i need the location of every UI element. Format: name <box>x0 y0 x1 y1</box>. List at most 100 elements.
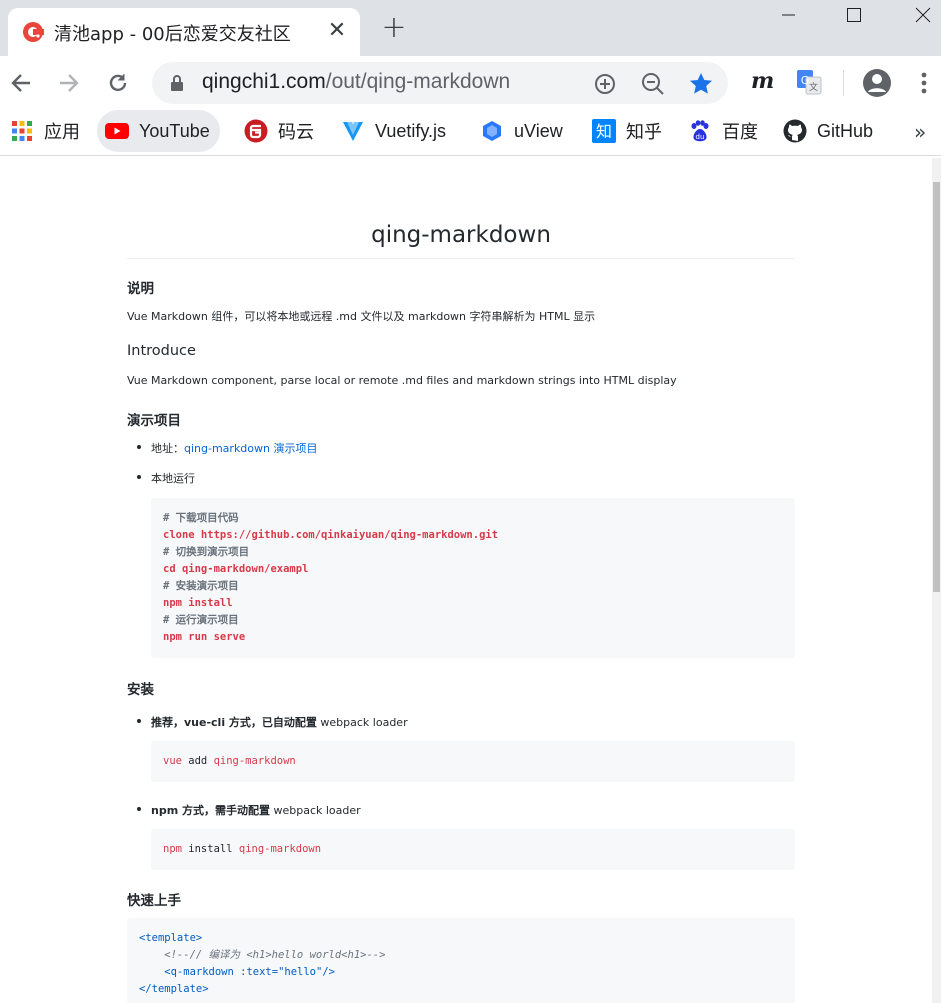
list-item: 推荐，vue-cli 方式，已自动配置 webpack loader <box>137 714 408 730</box>
back-icon[interactable] <box>6 68 36 98</box>
zoom-in-icon[interactable] <box>592 71 618 97</box>
bookmarks-more-button[interactable]: » <box>914 120 926 144</box>
tab-strip: 清池app - 00后恋爱交友社区 ✕ + <box>0 0 941 56</box>
qingchi-favicon-icon <box>23 22 44 42</box>
zhihu-icon: 知 <box>592 119 616 143</box>
code-line: <q-markdown :text="hello"/> <box>139 966 335 978</box>
reload-icon[interactable] <box>103 68 133 98</box>
heading-description: 说明 <box>127 281 154 297</box>
code-token: qing-markdown <box>238 843 322 855</box>
code-line: npm run serve <box>163 631 246 643</box>
code-line: <!--// 编译为 <h1>hello world<h1>--> <box>139 949 386 961</box>
code-block-vue-add[interactable]: vue add qing-markdown <box>151 741 795 782</box>
code-token: qing-markdown <box>213 755 296 767</box>
list-item-bold: npm 方式，需手动配置 <box>151 804 270 817</box>
list-item-text: webpack loader <box>316 716 408 729</box>
google-translate-icon[interactable]: G文 <box>795 68 823 96</box>
bookmark-label: Vuetify.js <box>375 120 447 141</box>
bullet <box>137 475 141 479</box>
code-block-local-run[interactable]: # 下载项目代码 clone https://github.com/qinkai… <box>151 498 795 658</box>
scrollbar-thumb[interactable] <box>933 182 940 592</box>
bookmark-label: 应用 <box>44 122 80 142</box>
bookmark-apps[interactable]: 应用 <box>10 110 80 152</box>
url-domain: qingchi1.com <box>202 70 326 93</box>
bookmark-vuetify[interactable]: Vuetify.js <box>341 110 446 152</box>
address-bar[interactable]: qingchi1.com/out/qing-markdown <box>152 62 728 104</box>
bookmark-label: 知乎 <box>626 122 662 142</box>
menu-kebab-icon[interactable] <box>918 68 930 98</box>
heading-introduce: Introduce <box>127 343 196 359</box>
bookmark-label: 百度 <box>722 122 758 142</box>
bullet <box>137 807 141 811</box>
code-line: # 运行演示项目 <box>163 614 239 626</box>
new-tab-icon[interactable]: + <box>380 13 408 43</box>
apps-grid-icon <box>12 121 32 141</box>
code-line: # 下载项目代码 <box>163 512 239 524</box>
description-text: Vue Markdown 组件，可以将本地或远程 .md 文件以及 markdo… <box>127 310 596 323</box>
list-item-text: 地址： <box>151 442 184 455</box>
vuetify-icon <box>343 122 363 141</box>
list-item: npm 方式，需手动配置 webpack loader <box>137 802 361 818</box>
code-line: </template> <box>139 983 209 995</box>
bookmark-baidu[interactable]: du 百度 <box>688 110 758 152</box>
bookmark-youtube[interactable]: YouTube <box>97 110 220 152</box>
url-path: /out/qing-markdown <box>325 70 511 93</box>
bookmark-label: YouTube <box>139 120 210 141</box>
list-item: 本地运行 <box>137 470 195 486</box>
browser-chrome: 清池app - 00后恋爱交友社区 ✕ + qingchi1.com/out/q… <box>0 0 941 158</box>
bookmark-label: uView <box>514 120 563 141</box>
heading-install: 安装 <box>127 682 154 698</box>
code-token: install <box>181 843 239 855</box>
code-line: # 切换到演示项目 <box>163 546 250 558</box>
list-item-bold: 推荐，vue-cli 方式，已自动配置 <box>151 716 317 729</box>
youtube-icon <box>105 123 129 139</box>
active-tab[interactable]: 清池app - 00后恋爱交友社区 ✕ <box>8 8 360 56</box>
code-line: clone https://github.com/qinkaiyuan/qing… <box>163 529 499 541</box>
code-line: npm install <box>163 597 233 609</box>
bookmarks-bar: 应用 YouTube 码云 Vuetify.js uView 知 知乎 du 百… <box>0 110 941 156</box>
bookmark-github[interactable]: GitHub <box>783 110 873 152</box>
code-block-template[interactable]: <template> <!--// 编译为 <h1>hello world<h1… <box>127 918 795 1003</box>
close-window-icon[interactable] <box>910 4 936 26</box>
bullet <box>137 445 141 449</box>
maximize-icon[interactable] <box>841 4 867 26</box>
gitee-icon <box>244 119 268 143</box>
svg-text:du: du <box>696 133 705 141</box>
extension-m-icon[interactable]: m <box>751 68 774 94</box>
tab-title: 清池app - 00后恋爱交友社区 <box>54 24 291 45</box>
code-line: cd qing-markdown/exampl <box>163 563 309 575</box>
tab-close-icon[interactable]: ✕ <box>324 18 350 44</box>
bookmark-star-icon[interactable] <box>688 71 714 97</box>
bookmark-zhihu[interactable]: 知 知乎 <box>592 110 662 152</box>
toolbar-divider <box>843 70 844 96</box>
list-item-text: 本地运行 <box>151 472 195 485</box>
code-token: npm <box>163 843 182 855</box>
code-line: # 安装演示项目 <box>163 580 239 592</box>
profile-avatar-icon[interactable] <box>862 68 892 98</box>
forward-icon[interactable] <box>54 68 84 98</box>
code-block-npm-install[interactable]: npm install qing-markdown <box>151 829 795 870</box>
introduce-text: Vue Markdown component, parse local or r… <box>127 374 677 387</box>
svg-text:文: 文 <box>809 81 818 93</box>
bookmark-label: 码云 <box>278 122 314 142</box>
lock-icon[interactable] <box>170 74 184 92</box>
document-title: qing-markdown <box>127 222 795 259</box>
bookmark-uview[interactable]: uView <box>480 110 563 152</box>
minimize-icon[interactable] <box>775 4 801 26</box>
url-text[interactable]: qingchi1.com/out/qing-markdown <box>202 70 510 94</box>
heading-demo-project: 演示项目 <box>127 413 181 429</box>
vertical-scrollbar[interactable] <box>932 158 941 1003</box>
code-line: <template> <box>139 932 203 944</box>
zoom-out-icon[interactable] <box>640 71 666 97</box>
github-icon <box>783 119 807 143</box>
bookmark-label: GitHub <box>817 120 874 141</box>
list-item: 地址：qing-markdown 演示项目 <box>137 440 318 456</box>
bullet <box>137 719 141 723</box>
baidu-icon: du <box>691 120 709 142</box>
browser-toolbar: qingchi1.com/out/qing-markdown m G文 <box>0 56 941 110</box>
demo-project-link[interactable]: qing-markdown 演示项目 <box>184 442 318 455</box>
svg-text:知: 知 <box>596 122 612 141</box>
bookmark-gitee[interactable]: 码云 <box>244 110 314 152</box>
code-token: add <box>181 755 214 767</box>
page-viewport[interactable]: qing-markdown 说明 Vue Markdown 组件，可以将本地或远… <box>0 158 941 1003</box>
